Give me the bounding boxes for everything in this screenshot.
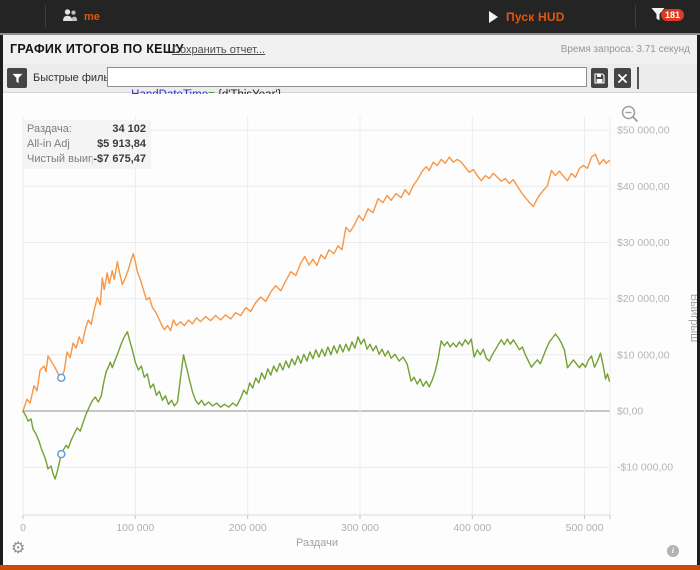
summary-row-hands: Раздача: 34 102	[22, 122, 151, 137]
player-me-label: me	[84, 10, 100, 23]
close-icon	[618, 73, 627, 83]
summary-label: Чистый выигрыш	[27, 153, 93, 165]
svg-text:400 000: 400 000	[453, 522, 491, 534]
filter-bar-divider	[637, 67, 639, 89]
filter-count-badge[interactable]: 181	[661, 9, 685, 21]
svg-text:100 000: 100 000	[116, 522, 154, 534]
app-window: { "topbar": { "me_label": "me", "hud_lab…	[0, 0, 700, 570]
page-title: ГРАФИК ИТОГОВ ПО КЕШУ	[10, 42, 184, 56]
filter-toggle-button[interactable]	[7, 68, 27, 88]
clear-filter-button[interactable]	[614, 68, 631, 88]
play-icon	[489, 10, 498, 23]
players-icon	[62, 8, 78, 26]
save-report-link[interactable]: Сохранить отчет...	[172, 44, 265, 56]
summary-value: -$7 675,47	[93, 153, 146, 165]
svg-text:$10 000,00: $10 000,00	[617, 349, 670, 361]
svg-text:$40 000,00: $40 000,00	[617, 181, 670, 193]
svg-text:500 000: 500 000	[566, 522, 604, 534]
summary-row-net-won: Чистый выигрыш -$7 675,47	[22, 152, 151, 167]
svg-text:200 000: 200 000	[229, 522, 267, 534]
summary-value: $5 913,84	[97, 138, 146, 150]
query-time-label: Время запроса: 3.71 секунд	[560, 44, 690, 55]
info-icon[interactable]: i	[667, 545, 679, 557]
chart-settings-gear-icon[interactable]: ⚙	[11, 540, 25, 556]
svg-text:Выигрыш: Выигрыш	[688, 294, 697, 342]
summary-value: 34 102	[112, 123, 146, 135]
start-hud-label: Пуск HUD	[506, 9, 565, 24]
svg-text:$30 000,00: $30 000,00	[617, 237, 670, 249]
save-filter-button[interactable]	[591, 68, 608, 88]
top-bar: me Пуск HUD 181	[0, 0, 700, 33]
start-hud-button[interactable]: Пуск HUD	[489, 0, 565, 33]
chart-panel: $50 000,00 $40 000,00 $30 000,00 $20 000,00…	[3, 94, 697, 565]
summary-label: Раздача:	[27, 123, 72, 135]
svg-text:300 000: 300 000	[341, 522, 379, 534]
svg-text:Раздачи: Раздачи	[296, 537, 338, 549]
svg-text:-$10 000,00: -$10 000,00	[617, 462, 673, 474]
svg-text:$20 000,00: $20 000,00	[617, 293, 670, 305]
title-row: ГРАФИК ИТОГОВ ПО КЕШУ Сохранить отчет...…	[3, 35, 697, 64]
svg-text:0: 0	[20, 522, 26, 534]
funnel-icon	[12, 73, 22, 83]
zoom-icon[interactable]	[620, 104, 640, 129]
hover-summary-box: Раздача: 34 102 All-in Adj $5 913,84 Чис…	[22, 120, 151, 169]
quick-filter-input[interactable]: HandDateTime= {d'ThisYear'}	[107, 67, 587, 101]
quick-filter-label: Быстрые фильтры	[33, 72, 107, 84]
topbar-divider-right	[635, 5, 636, 28]
summary-label: All-in Adj	[27, 138, 70, 150]
window-accent-border	[0, 565, 700, 570]
floppy-icon	[594, 72, 605, 84]
summary-row-allin-adj: All-in Adj $5 913,84	[22, 137, 151, 152]
topbar-divider	[45, 5, 46, 28]
report-window: ГРАФИК ИТОГОВ ПО КЕШУ Сохранить отчет...…	[0, 35, 700, 565]
player-me-item[interactable]: me	[62, 0, 100, 33]
svg-text:$0,00: $0,00	[617, 406, 643, 418]
quick-filter-bar: Быстрые фильтры HandDateTime= {d'ThisYea…	[3, 64, 697, 101]
